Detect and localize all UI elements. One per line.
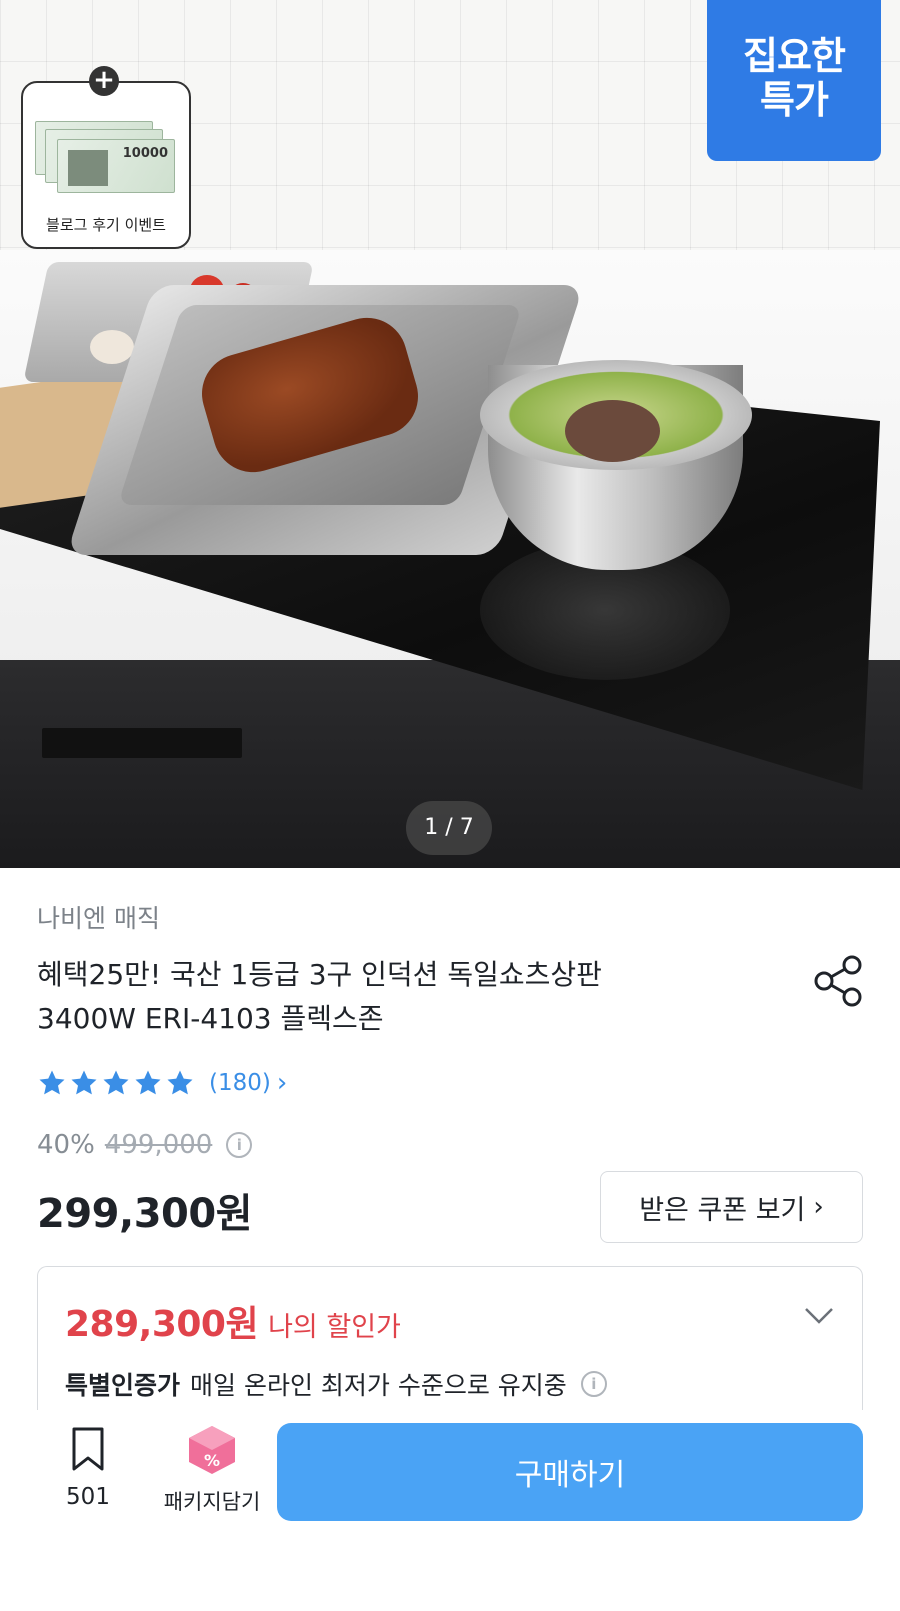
image-page-indicator: 1 / 7 xyxy=(406,801,492,855)
my-discount-price: 289,300원 xyxy=(65,1304,259,1345)
coupon-button-label: 받은 쿠폰 보기 xyxy=(639,1194,806,1226)
product-title-line2: 3400W ERI-4103 플렉스존 xyxy=(37,1002,384,1035)
package-label: 패키지담기 xyxy=(163,1490,261,1514)
meat-patty xyxy=(565,400,660,462)
share-icon[interactable] xyxy=(812,953,864,1009)
package-box-icon: % xyxy=(189,1426,235,1474)
cabinet-handle xyxy=(42,728,242,758)
mushroom xyxy=(90,330,134,364)
chevron-down-icon[interactable] xyxy=(804,1307,834,1325)
sale-price: 299,300원 xyxy=(37,1191,253,1237)
star-icon xyxy=(103,1070,129,1095)
special-price-text: 매일 온라인 최저가 수준으로 유지중 xyxy=(190,1371,567,1400)
view-coupons-button[interactable]: 받은 쿠폰 보기 › xyxy=(600,1171,863,1243)
my-price-row: 289,300원 나의 할인가 xyxy=(65,1295,401,1347)
bookmark-button[interactable]: 501 xyxy=(60,1426,116,1510)
badge-line1: 집요한 xyxy=(743,34,846,78)
product-title: 혜택25만! 국산 1등급 3구 인덕션 독일쇼츠상판 3400W ERI-41… xyxy=(37,953,777,1041)
special-deal-badge: 집요한 특가 xyxy=(707,0,881,161)
special-price-title: 특별인증가 xyxy=(65,1371,181,1400)
discount-row: 40% 499,000 i xyxy=(37,1130,253,1160)
star-icon xyxy=(167,1070,193,1095)
svg-text:%: % xyxy=(204,1451,220,1470)
brand-name[interactable]: 나비엔 매직 xyxy=(37,899,160,935)
product-title-line1: 혜택25만! 국산 1등급 3구 인덕션 독일쇼츠상판 xyxy=(37,958,602,991)
buy-button[interactable]: 구매하기 xyxy=(277,1423,863,1521)
badge-line2: 특가 xyxy=(760,78,829,122)
voucher-building-image xyxy=(68,150,108,186)
info-icon[interactable]: i xyxy=(580,1371,607,1397)
chevron-right-icon[interactable]: › xyxy=(277,1068,287,1098)
special-price-row: 특별인증가 매일 온라인 최저가 수준으로 유지중 i xyxy=(65,1366,607,1402)
plus-icon[interactable]: + xyxy=(89,66,119,96)
event-label: 블로그 후기 이벤트 xyxy=(46,216,166,234)
bookmark-count: 501 xyxy=(66,1484,110,1510)
voucher-amount: 10000 xyxy=(122,146,168,161)
rating-row[interactable]: (180) › xyxy=(37,1066,287,1100)
original-price: 499,000 xyxy=(104,1130,213,1160)
chevron-right-icon: › xyxy=(813,1192,824,1222)
info-icon[interactable]: i xyxy=(226,1132,253,1158)
bookmark-icon xyxy=(72,1427,104,1471)
star-icon xyxy=(135,1070,161,1095)
my-discount-panel[interactable]: 289,300원 나의 할인가 특별인증가 매일 온라인 최저가 수준으로 유지… xyxy=(37,1266,863,1426)
add-to-package-button[interactable]: % 패키지담기 xyxy=(152,1424,272,1516)
voucher-bill: 10000 xyxy=(57,139,175,193)
my-discount-label: 나의 할인가 xyxy=(268,1312,401,1343)
review-count[interactable]: (180) xyxy=(209,1070,271,1096)
product-image-carousel[interactable]: 10000 블로그 후기 이벤트 + 집요한 특가 1 / 7 xyxy=(0,0,900,868)
blog-review-event-banner[interactable]: 10000 블로그 후기 이벤트 xyxy=(21,81,191,249)
star-icon xyxy=(39,1070,65,1095)
star-icon xyxy=(71,1070,97,1095)
discount-rate: 40% xyxy=(37,1130,95,1160)
